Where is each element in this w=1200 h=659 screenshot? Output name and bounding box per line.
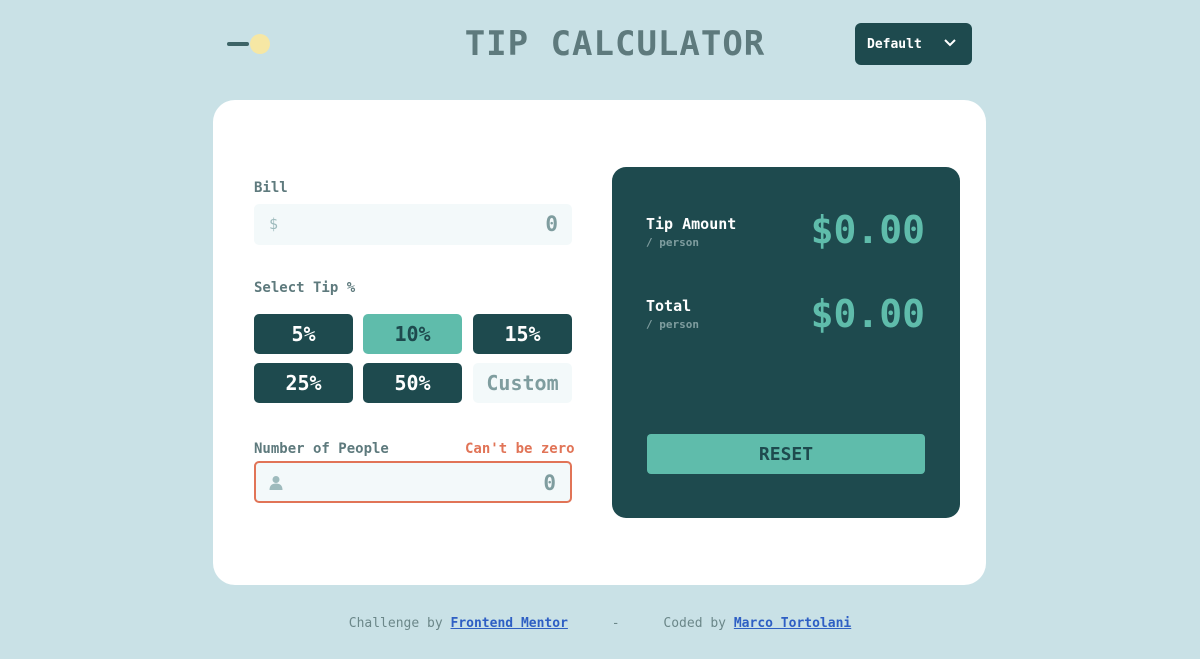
bill-input[interactable]: $ 0	[254, 204, 572, 245]
dollar-icon: $	[269, 215, 279, 233]
bill-label: Bill	[254, 180, 288, 196]
people-label: Number of People	[254, 441, 389, 457]
tip-15-button[interactable]: 15%	[473, 314, 572, 354]
theme-select-label: Default	[867, 36, 922, 52]
tip-amount-value: $0.00	[810, 208, 925, 252]
reset-button[interactable]: RESET	[647, 434, 925, 474]
header: TIP CALCULATOR Default	[0, 0, 1200, 90]
tip-25-button[interactable]: 25%	[254, 363, 353, 403]
sun-toggle-icon	[250, 34, 270, 54]
total-sub: / person	[646, 318, 699, 331]
challenge-prefix: Challenge by	[348, 616, 443, 631]
person-icon	[269, 476, 283, 490]
theme-select[interactable]: Default	[855, 23, 972, 65]
tip-label: Select Tip %	[254, 280, 356, 296]
total-value: $0.00	[810, 292, 925, 336]
chevron-down-icon	[944, 39, 956, 47]
bill-value: 0	[545, 212, 558, 236]
result-panel: Tip Amount / person $0.00 Total / person…	[612, 167, 960, 518]
people-value: 0	[543, 471, 556, 495]
app-title: TIP CALCULATOR	[464, 24, 766, 64]
custom-tip-input[interactable]: Custom	[473, 363, 572, 403]
coded-prefix: Coded by	[663, 616, 727, 631]
author-link[interactable]: Marco Tortolani	[734, 616, 851, 631]
footer: Challenge by Frontend Mentor - Coded by …	[0, 616, 1200, 631]
tip-50-button[interactable]: 50%	[363, 363, 462, 403]
tip-5-button[interactable]: 5%	[254, 314, 353, 354]
theme-toggle[interactable]	[227, 33, 273, 55]
people-error: Can't be zero	[465, 441, 575, 457]
total-title: Total	[646, 297, 692, 315]
tip-amount-sub: / person	[646, 236, 699, 249]
tip-amount-title: Tip Amount	[646, 215, 737, 233]
calculator-card: Bill $ 0 Select Tip % 5% 10% 15% 25% 50%…	[213, 100, 986, 585]
people-input[interactable]: 0	[254, 461, 572, 503]
frontend-mentor-link[interactable]: Frontend Mentor	[451, 616, 568, 631]
toggle-track	[227, 42, 249, 46]
footer-separator: -	[611, 616, 620, 631]
tip-10-button[interactable]: 10%	[363, 314, 462, 354]
